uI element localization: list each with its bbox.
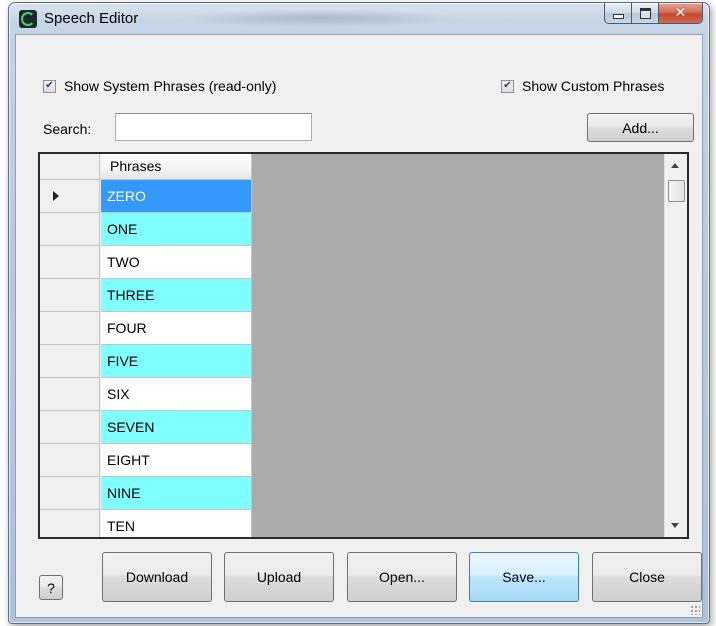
row-header[interactable] <box>40 312 100 345</box>
checkbox-check-icon: ✔ <box>43 79 56 93</box>
window-title: Speech Editor <box>44 10 139 27</box>
show-custom-phrases-checkbox[interactable]: ✔ Show Custom Phrases <box>501 78 664 94</box>
row-header[interactable] <box>40 246 100 279</box>
app-icon[interactable] <box>19 10 37 28</box>
phrase-cell[interactable]: SEVEN <box>101 411 252 444</box>
row-header[interactable] <box>40 444 100 477</box>
phrase-cell[interactable]: TWO <box>101 246 252 279</box>
scroll-down-icon[interactable] <box>671 523 679 528</box>
show-system-phrases-checkbox[interactable]: ✔ Show System Phrases (read-only) <box>43 78 276 94</box>
open-button[interactable]: Open... <box>347 552 457 602</box>
phrases-grid[interactable]: Phrases ZERO ONE TWO THREE FOUR FIVE SIX… <box>38 152 689 539</box>
maximize-button[interactable] <box>632 3 659 24</box>
current-row-arrow-icon <box>53 191 59 201</box>
help-button[interactable]: ? <box>39 575 63 600</box>
show-custom-phrases-label: Show Custom Phrases <box>522 78 665 94</box>
row-header[interactable] <box>40 279 100 312</box>
search-input[interactable] <box>115 113 312 141</box>
phrase-cell[interactable]: THREE <box>101 279 252 312</box>
phrase-cell[interactable]: ZERO <box>101 180 252 213</box>
save-button[interactable]: Save... <box>469 552 579 602</box>
row-header[interactable] <box>40 378 100 411</box>
close-icon: ✕ <box>674 5 687 21</box>
row-header[interactable] <box>40 411 100 444</box>
title-bar[interactable]: Speech Editor ✕ <box>9 3 709 33</box>
phrase-cell[interactable]: ONE <box>101 213 252 246</box>
vertical-scrollbar[interactable] <box>664 154 687 537</box>
dialog-body: ✔ Show System Phrases (read-only) ✔ Show… <box>15 34 703 618</box>
row-header[interactable] <box>40 510 100 537</box>
phrase-cell[interactable]: FIVE <box>101 345 252 378</box>
resize-grip-icon[interactable] <box>690 605 700 615</box>
row-headers <box>40 154 101 537</box>
caption-buttons: ✕ <box>604 3 703 24</box>
scroll-thumb[interactable] <box>668 180 685 202</box>
phrases-column-header[interactable]: Phrases <box>101 154 252 180</box>
phrase-cell[interactable]: FOUR <box>101 312 252 345</box>
checkbox-check-icon: ✔ <box>501 79 514 93</box>
upload-button[interactable]: Upload <box>224 552 334 602</box>
close-button[interactable]: Close <box>592 552 702 602</box>
show-system-phrases-label: Show System Phrases (read-only) <box>64 78 277 94</box>
phrase-cell[interactable]: EIGHT <box>101 444 252 477</box>
close-window-button[interactable]: ✕ <box>659 3 703 24</box>
row-header[interactable] <box>40 345 100 378</box>
download-button[interactable]: Download <box>102 552 212 602</box>
row-header[interactable] <box>40 477 100 510</box>
search-label: Search: <box>43 121 92 137</box>
title-bar-reflection <box>179 9 459 27</box>
row-header[interactable] <box>40 180 100 213</box>
grid-corner[interactable] <box>40 154 100 180</box>
speech-editor-window: Speech Editor ✕ ✔ Show System Phrases (r… <box>8 2 710 624</box>
phrase-cell[interactable]: NINE <box>101 477 252 510</box>
minimize-icon <box>612 14 624 19</box>
phrase-cell[interactable]: SIX <box>101 378 252 411</box>
phrase-cell[interactable]: TEN <box>101 510 252 537</box>
minimize-button[interactable] <box>604 3 632 24</box>
row-header[interactable] <box>40 213 100 246</box>
add-button[interactable]: Add... <box>587 113 694 142</box>
maximize-icon <box>639 7 651 19</box>
scroll-up-icon[interactable] <box>671 163 679 168</box>
